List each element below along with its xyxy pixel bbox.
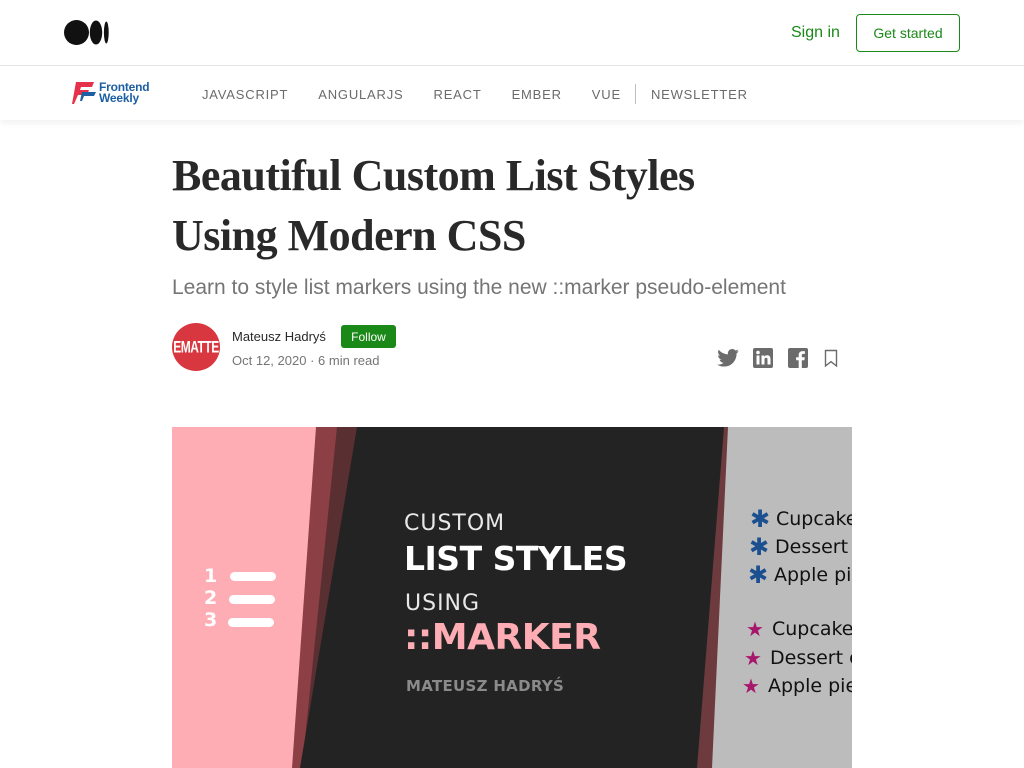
nav-angularjs[interactable]: ANGULARJS [318, 87, 403, 102]
hero-number-3: 3 [204, 609, 218, 631]
hero-list-bar [229, 595, 275, 604]
author-name[interactable]: Mateusz Hadryś [232, 329, 326, 344]
hero-line-list-styles: LIST STYLES [404, 539, 628, 578]
meta-separator: · [310, 353, 315, 368]
article-date[interactable]: Oct 12, 2020 [232, 353, 306, 368]
hero-list-item: ✱ Apple pie [748, 561, 852, 589]
asterisk-marker-icon: ✱ [748, 561, 769, 589]
avatar-text: EMATTE [173, 337, 219, 357]
hero-list-item: ✱ Cupcake [750, 505, 852, 533]
article-subtitle: Learn to style list markers using the ne… [172, 276, 786, 299]
publication-name-line2: Weekly [99, 91, 139, 105]
top-bar: Sign in Get started [0, 0, 1024, 66]
publication-logo[interactable]: Frontend Weekly [72, 80, 150, 106]
hero-line-custom: CUSTOM [404, 511, 506, 536]
star-marker-icon: ★ [742, 674, 760, 698]
hero-list-item: ✱ Dessert [749, 533, 849, 561]
medium-logo-icon[interactable] [64, 20, 110, 45]
article-meta: Oct 12, 2020 · 6 min read [232, 353, 379, 368]
hero-author: MATEUSZ HADRYŚ [406, 677, 565, 695]
publication-nav: Frontend Weekly JAVASCRIPT ANGULARJS REA… [0, 66, 1024, 120]
publication-nav-links: JAVASCRIPT ANGULARJS REACT EMBER VUE NEW… [202, 84, 778, 104]
author-avatar[interactable]: EMATTE [172, 323, 220, 371]
nav-javascript[interactable]: JAVASCRIPT [202, 87, 288, 102]
article-title-line1: Beautiful Custom List Styles [172, 151, 695, 200]
hero-list-item: ★ Apple pie [742, 674, 852, 698]
twitter-icon[interactable] [716, 346, 740, 370]
hero-list-bar [230, 572, 276, 581]
hero-line-using: USING [405, 591, 481, 616]
hero-number-1: 1 [204, 565, 218, 587]
star-marker-icon: ★ [746, 617, 764, 641]
hero-line-marker: ::MARKER [404, 617, 601, 658]
bookmark-icon[interactable] [819, 346, 843, 370]
star-marker-icon: ★ [744, 646, 762, 670]
article-title-line2: Using Modern CSS [172, 211, 526, 260]
linkedin-icon[interactable] [751, 346, 775, 370]
hero-list-bar [228, 618, 274, 627]
sign-in-link[interactable]: Sign in [791, 24, 840, 42]
read-time: 6 min read [318, 353, 380, 368]
asterisk-marker-icon: ✱ [750, 505, 771, 533]
nav-divider [634, 84, 636, 104]
hero-list-item: ★ Cupcake [746, 617, 852, 641]
nav-react[interactable]: REACT [434, 87, 482, 102]
facebook-icon[interactable] [786, 346, 810, 370]
hero-list-item: ★ Dessert c [744, 646, 852, 670]
hero-number-2: 2 [204, 587, 218, 609]
hero-image: 1 2 3 CUSTOM LIST STYLES USING ::MARKER … [172, 427, 852, 768]
frontend-weekly-logo-icon [72, 82, 96, 104]
follow-button[interactable]: Follow [341, 325, 396, 348]
asterisk-marker-icon: ✱ [749, 533, 770, 561]
article-title: Beautiful Custom List Styles Using Moder… [172, 146, 792, 266]
nav-vue[interactable]: VUE [592, 87, 621, 102]
nav-ember[interactable]: EMBER [512, 87, 562, 102]
nav-newsletter[interactable]: NEWSLETTER [651, 87, 748, 102]
get-started-button[interactable]: Get started [856, 14, 960, 52]
